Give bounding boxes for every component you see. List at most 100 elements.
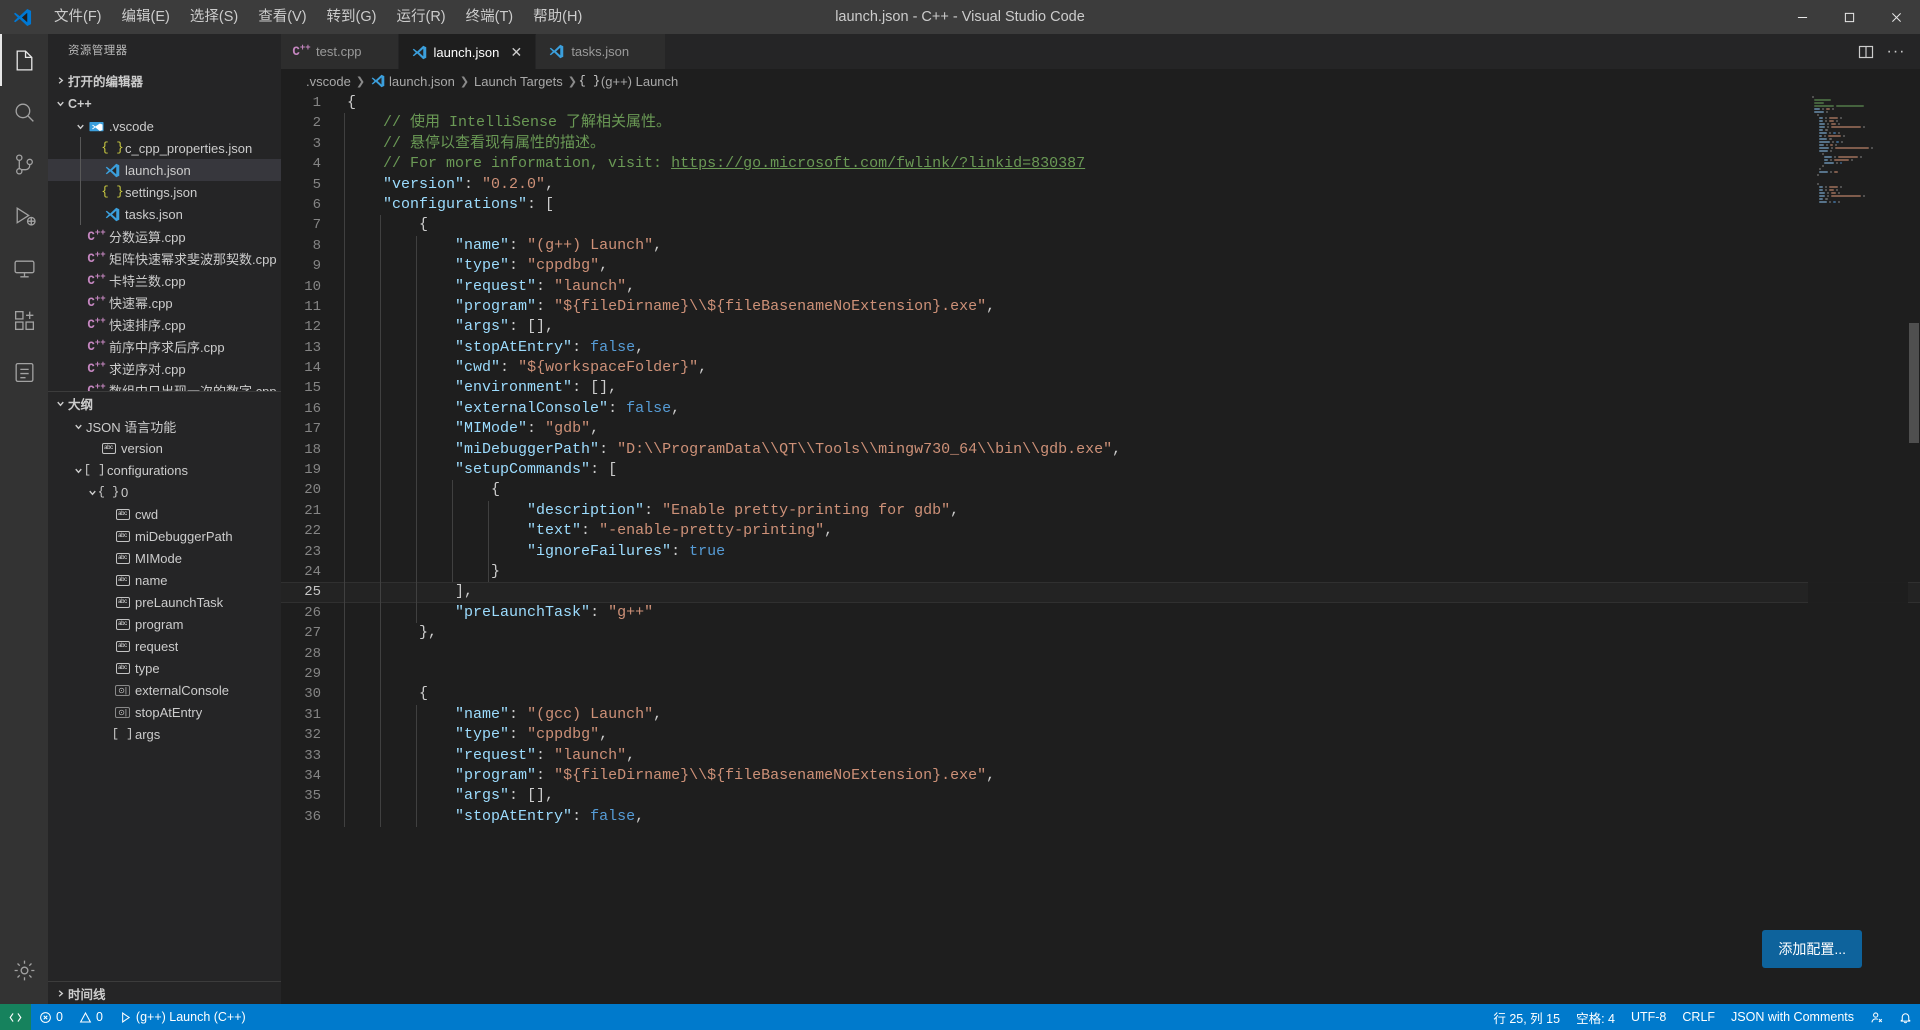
code-line[interactable]: 5 "version": "0.2.0", xyxy=(281,174,1920,195)
status-notifications[interactable] xyxy=(1891,1004,1920,1030)
maximize-icon[interactable] xyxy=(1826,0,1873,34)
code-line[interactable]: 17 "MIMode": "gdb", xyxy=(281,419,1920,440)
activity-settings[interactable] xyxy=(0,944,48,996)
outline-item[interactable]: [ ] args xyxy=(48,723,281,745)
status-eol[interactable]: CRLF xyxy=(1674,1004,1723,1030)
file-tree-item[interactable]: C++ 卡特兰数.cpp xyxy=(48,269,281,291)
code-line[interactable]: 2 // 使用 IntelliSense 了解相关属性。 xyxy=(281,113,1920,134)
section-open-editors[interactable]: 打开的编辑器 xyxy=(48,69,281,92)
code-line[interactable]: 20 { xyxy=(281,480,1920,501)
file-tree-item[interactable]: C++ 数组中只出现一次的数字.cpp xyxy=(48,379,281,391)
breadcrumb[interactable]: .vscode ❯ launch.json ❯ Launch Targets ❯… xyxy=(281,69,1920,93)
editor-scrollbar[interactable] xyxy=(1908,93,1920,1004)
file-tree-item[interactable]: launch.json xyxy=(48,159,281,181)
breadcrumb-item[interactable]: Launch Targets xyxy=(474,74,563,89)
outline-item[interactable]: abc miDebuggerPath xyxy=(48,525,281,547)
activity-source-control[interactable] xyxy=(0,138,48,190)
file-tree-item[interactable]: .vscode xyxy=(48,115,281,137)
editor-tab[interactable]: tasks.json ✕ xyxy=(536,34,667,69)
outline-item[interactable]: abc MIMode xyxy=(48,547,281,569)
outline-item[interactable]: abc preLaunchTask xyxy=(48,591,281,613)
activity-search[interactable] xyxy=(0,86,48,138)
menu-selection[interactable]: 选择(S) xyxy=(180,0,248,34)
activity-explorer[interactable] xyxy=(0,34,48,86)
file-tree-item[interactable]: C++ 分数运算.cpp xyxy=(48,225,281,247)
code-line[interactable]: 10 "request": "launch", xyxy=(281,276,1920,297)
code-line[interactable]: 12 "args": [], xyxy=(281,317,1920,338)
minimize-icon[interactable] xyxy=(1779,0,1826,34)
breadcrumb-item[interactable]: { } (g++) Launch xyxy=(579,74,679,89)
close-tab-icon[interactable]: ✕ xyxy=(507,43,525,61)
close-icon[interactable] xyxy=(1873,0,1920,34)
outline-item[interactable]: ⊙| externalConsole xyxy=(48,679,281,701)
status-feedback[interactable] xyxy=(1862,1004,1891,1030)
code-line[interactable]: 15 "environment": [], xyxy=(281,378,1920,399)
outline-item[interactable]: abc version xyxy=(48,437,281,459)
outline-item[interactable]: abc request xyxy=(48,635,281,657)
file-tree[interactable]: .vscode { } c_cpp_properties.json launch… xyxy=(48,115,281,391)
outline-item[interactable]: abc name xyxy=(48,569,281,591)
status-cursor-position[interactable]: 行 25, 列 15 xyxy=(1485,1004,1568,1030)
code-line[interactable]: 32 "type": "cppdbg", xyxy=(281,725,1920,746)
outline-item[interactable]: abc type xyxy=(48,657,281,679)
code-line[interactable]: 33 "request": "launch", xyxy=(281,745,1920,766)
section-workspace[interactable]: C++ xyxy=(48,92,281,115)
file-tree-item[interactable]: C++ 矩阵快速幂求斐波那契数.cpp xyxy=(48,247,281,269)
code-line[interactable]: 1 { xyxy=(281,93,1920,113)
section-timeline[interactable]: 时间线 xyxy=(48,981,281,1004)
outline-item[interactable]: JSON 语言功能 xyxy=(48,415,281,437)
activity-remote-explorer[interactable] xyxy=(0,242,48,294)
outline-item[interactable]: ⊙| stopAtEntry xyxy=(48,701,281,723)
menu-help[interactable]: 帮助(H) xyxy=(523,0,592,34)
code-content[interactable]: 1 { 2 // 使用 IntelliSense 了解相关属性。 3 // 悬停… xyxy=(281,93,1920,1004)
code-line[interactable]: 27 }, xyxy=(281,623,1920,644)
code-line[interactable]: 31 "name": "(gcc) Launch", xyxy=(281,704,1920,726)
code-line[interactable]: 25 ], xyxy=(281,582,1920,603)
minimap[interactable] xyxy=(1808,93,1908,1004)
code-line[interactable]: 29 xyxy=(281,663,1920,685)
code-line[interactable]: 36 "stopAtEntry": false, xyxy=(281,806,1920,828)
scrollbar-thumb[interactable] xyxy=(1909,323,1919,443)
code-line[interactable]: 30 { xyxy=(281,684,1920,705)
code-line[interactable]: 14 "cwd": "${workspaceFolder}", xyxy=(281,358,1920,379)
file-tree-item[interactable]: tasks.json xyxy=(48,203,281,225)
file-tree-item[interactable]: C++ 快速幂.cpp xyxy=(48,291,281,313)
menu-file[interactable]: 文件(F) xyxy=(44,0,112,34)
status-indentation[interactable]: 空格: 4 xyxy=(1568,1004,1623,1030)
outline-item[interactable]: abc program xyxy=(48,613,281,635)
code-line[interactable]: 23 "ignoreFailures": true xyxy=(281,541,1920,562)
code-line[interactable]: 22 "text": "-enable-pretty-printing", xyxy=(281,521,1920,542)
activity-testing[interactable] xyxy=(0,346,48,398)
code-editor[interactable]: 1 { 2 // 使用 IntelliSense 了解相关属性。 3 // 悬停… xyxy=(281,93,1920,1004)
file-tree-item[interactable]: C++ 快速排序.cpp xyxy=(48,313,281,335)
editor-tab[interactable]: C++ test.cpp ✕ xyxy=(281,34,399,69)
code-line[interactable]: 16 "externalConsole": false, xyxy=(281,398,1920,420)
split-editor-icon[interactable] xyxy=(1852,38,1880,66)
add-configuration-button[interactable]: 添加配置... xyxy=(1762,930,1862,968)
outline-item[interactable]: abc cwd xyxy=(48,503,281,525)
file-tree-item[interactable]: C++ 前序中序求后序.cpp xyxy=(48,335,281,357)
status-language-mode[interactable]: JSON with Comments xyxy=(1723,1004,1862,1030)
remote-indicator-icon[interactable] xyxy=(0,1004,31,1030)
code-line[interactable]: 35 "args": [], xyxy=(281,786,1920,807)
status-launch-config[interactable]: (g++) Launch (C++) xyxy=(111,1004,254,1030)
status-errors[interactable]: 0 xyxy=(31,1004,71,1030)
code-line[interactable]: 9 "type": "cppdbg", xyxy=(281,256,1920,277)
code-line[interactable]: 18 "miDebuggerPath": "D:\\ProgramData\\Q… xyxy=(281,439,1920,461)
breadcrumb-item[interactable]: .vscode xyxy=(306,74,351,89)
more-actions-icon[interactable]: ··· xyxy=(1882,38,1910,66)
outline-item[interactable]: [ ] configurations xyxy=(48,459,281,481)
menu-view[interactable]: 查看(V) xyxy=(248,0,316,34)
code-line[interactable]: 11 "program": "${fileDirname}\\${fileBas… xyxy=(281,296,1920,318)
code-line[interactable]: 4 // For more information, visit: https:… xyxy=(281,154,1920,175)
code-line[interactable]: 34 "program": "${fileDirname}\\${fileBas… xyxy=(281,765,1920,787)
outline-item[interactable]: { } 0 xyxy=(48,481,281,503)
activity-extensions[interactable] xyxy=(0,294,48,346)
file-tree-item[interactable]: { } c_cpp_properties.json xyxy=(48,137,281,159)
code-line[interactable]: 26 "preLaunchTask": "g++" xyxy=(281,602,1920,624)
code-line[interactable]: 19 "setupCommands": [ xyxy=(281,460,1920,481)
code-line[interactable]: 28 xyxy=(281,643,1920,664)
code-line[interactable]: 24 } xyxy=(281,561,1920,583)
menu-go[interactable]: 转到(G) xyxy=(317,0,387,34)
menu-run[interactable]: 运行(R) xyxy=(386,0,455,34)
